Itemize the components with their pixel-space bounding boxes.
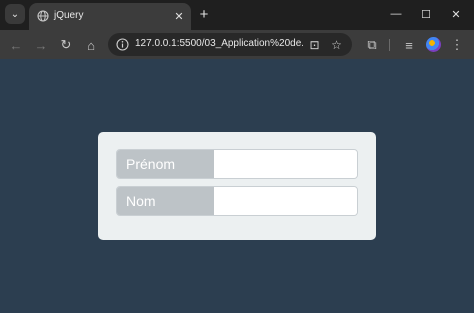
first-name-input[interactable] — [214, 150, 357, 178]
last-name-label: Nom — [117, 187, 214, 215]
tab-strip: ⌄ jQuery ✕ + — ☐ ✕ — [0, 0, 474, 30]
tab-jquery[interactable]: jQuery ✕ — [29, 3, 191, 30]
url-text: 127.0.0.1:5500/03_Application%20de... — [135, 38, 303, 49]
globe-icon — [37, 10, 49, 22]
maximize-icon[interactable]: ☐ — [413, 4, 439, 24]
info-icon[interactable] — [116, 38, 129, 51]
menu-kebab-icon[interactable]: ⋮ — [447, 35, 467, 55]
browser-toolbar: ← → ↻ ⌂ 127.0.0.1:5500/03_Application%20… — [0, 30, 474, 59]
minimize-icon[interactable]: — — [383, 4, 409, 24]
close-icon[interactable]: ✕ — [171, 8, 187, 24]
forward-arrow-icon[interactable]: → — [31, 35, 51, 55]
bookmark-star-icon[interactable]: ☆ — [329, 37, 344, 52]
home-icon[interactable]: ⌂ — [81, 35, 101, 55]
media-queue-icon[interactable]: ≡ — [399, 35, 419, 55]
last-name-field: Nom — [116, 186, 358, 216]
form-card: Prénom Nom — [98, 132, 376, 240]
last-name-input[interactable] — [214, 187, 357, 215]
page-content: Prénom Nom — [0, 59, 474, 313]
tab-search-button[interactable]: ⌄ — [5, 4, 25, 24]
reload-icon[interactable]: ↻ — [56, 35, 76, 55]
extensions-icon[interactable]: ⧉ — [362, 35, 382, 55]
window-close-icon[interactable]: ✕ — [443, 4, 469, 24]
first-name-label: Prénom — [117, 150, 214, 178]
profile-avatar[interactable] — [426, 37, 441, 52]
chevron-down-icon: ⌄ — [10, 8, 20, 20]
first-name-field: Prénom — [116, 149, 358, 179]
address-bar[interactable]: 127.0.0.1:5500/03_Application%20de... ⊡ … — [108, 33, 352, 56]
new-tab-button[interactable]: + — [195, 5, 213, 23]
toolbar-divider — [389, 39, 390, 51]
tab-title: jQuery — [54, 10, 84, 21]
google-lens-icon[interactable]: ⊡ — [307, 37, 322, 52]
back-arrow-icon[interactable]: ← — [6, 35, 26, 55]
